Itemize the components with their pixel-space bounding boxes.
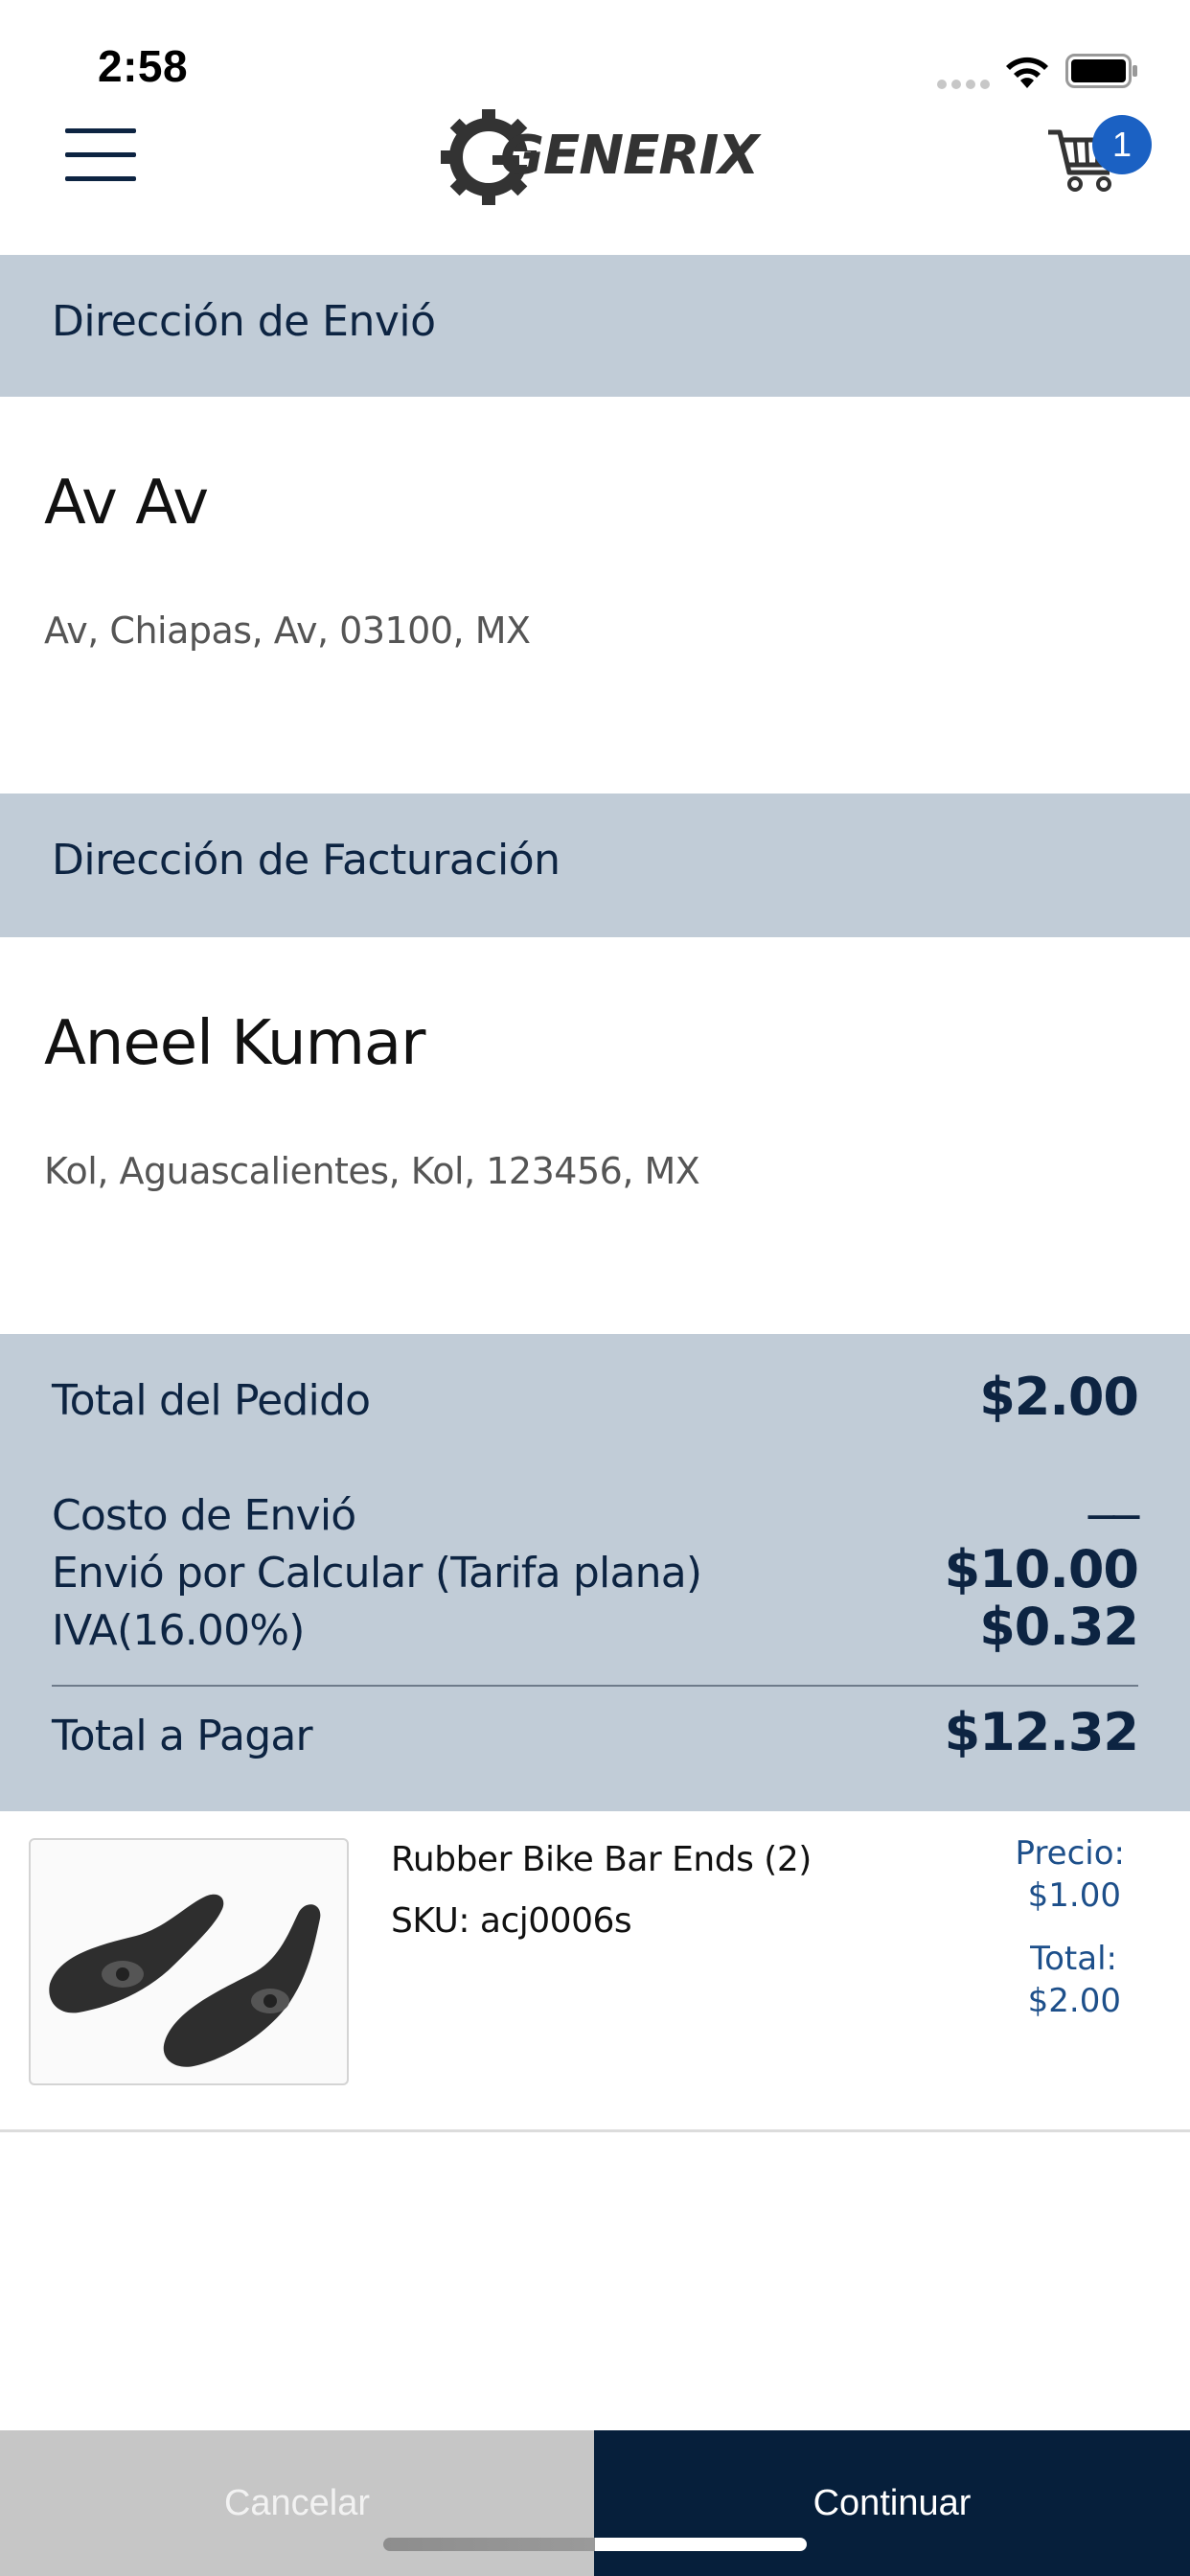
logo: GENERIX <box>441 107 759 207</box>
price-label: Precio: <box>1015 1834 1125 1873</box>
shipping-method-value: $10.00 <box>944 1539 1139 1599</box>
product-name[interactable]: Rubber Bike Bar Ends (2) <box>391 1840 812 1879</box>
shipping-cost-value: __ <box>1088 1459 1139 1519</box>
summary-divider <box>52 1685 1138 1687</box>
billing-section-header: Dirección de Facturación <box>0 794 1190 937</box>
product-image[interactable] <box>29 1838 349 2085</box>
wifi-icon <box>1002 52 1052 90</box>
battery-icon <box>1065 54 1138 88</box>
signal-icon <box>937 75 995 89</box>
grand-total-label: Total a Pagar <box>52 1712 313 1760</box>
item-total-value: $2.00 <box>1027 1982 1121 2020</box>
order-summary: Total del Pedido $2.00 Costo de Envió __… <box>0 1334 1190 1811</box>
status-time: 2:58 <box>98 41 189 91</box>
shipping-method-label: Envió por Calcular (Tarifa plana) <box>52 1549 702 1598</box>
menu-button[interactable] <box>65 128 136 182</box>
list-divider <box>0 2129 1190 2132</box>
cancel-button[interactable]: Cancelar <box>0 2430 594 2576</box>
shipping-section-header: Dirección de Envió <box>0 255 1190 397</box>
home-indicator <box>383 2538 807 2551</box>
shipping-section-title: Dirección de Envió <box>52 297 436 346</box>
tax-label: IVA(16.00%) <box>52 1606 305 1655</box>
order-total-value: $2.00 <box>979 1367 1139 1427</box>
billing-name: Aneel Kumar <box>44 1008 425 1079</box>
tax-value: $0.32 <box>979 1597 1139 1657</box>
billing-address: Kol, Aguascalientes, Kol, 123456, MX <box>44 1150 700 1192</box>
cart-count-badge: 1 <box>1092 115 1152 174</box>
item-total-label: Total: <box>1030 1940 1117 1978</box>
shipping-name: Av Av <box>44 468 209 539</box>
order-total-label: Total del Pedido <box>52 1376 371 1425</box>
product-sku: SKU: acj0006s <box>391 1901 632 1941</box>
continue-button[interactable]: Continuar <box>594 2430 1190 2576</box>
logo-text: GENERIX <box>500 125 759 187</box>
billing-section-title: Dirección de Facturación <box>52 836 561 885</box>
price-value: $1.00 <box>1027 1876 1121 1915</box>
shipping-address: Av, Chiapas, Av, 03100, MX <box>44 610 531 652</box>
grand-total-value: $12.32 <box>944 1702 1139 1762</box>
shipping-cost-label: Costo de Envió <box>52 1491 356 1540</box>
